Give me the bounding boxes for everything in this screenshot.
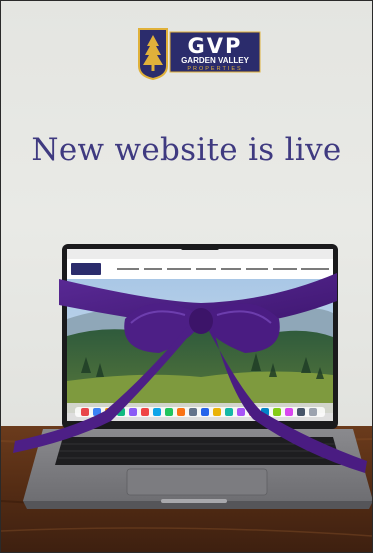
laptop-keyboard-deck <box>23 429 372 509</box>
logo-line-2: PROPERTIES <box>187 66 242 72</box>
laptop-screen <box>62 244 338 429</box>
photo-scene <box>1 244 372 552</box>
garden-valley-properties-logo: GVP GARDEN VALLEY PROPERTIES <box>138 28 261 80</box>
logo-line-1: GARDEN VALLEY <box>181 56 250 65</box>
photo-frame: GVP GARDEN VALLEY PROPERTIES New website… <box>0 0 373 553</box>
logo-initials: GVP <box>188 34 243 58</box>
headline: New website is live <box>31 132 342 168</box>
